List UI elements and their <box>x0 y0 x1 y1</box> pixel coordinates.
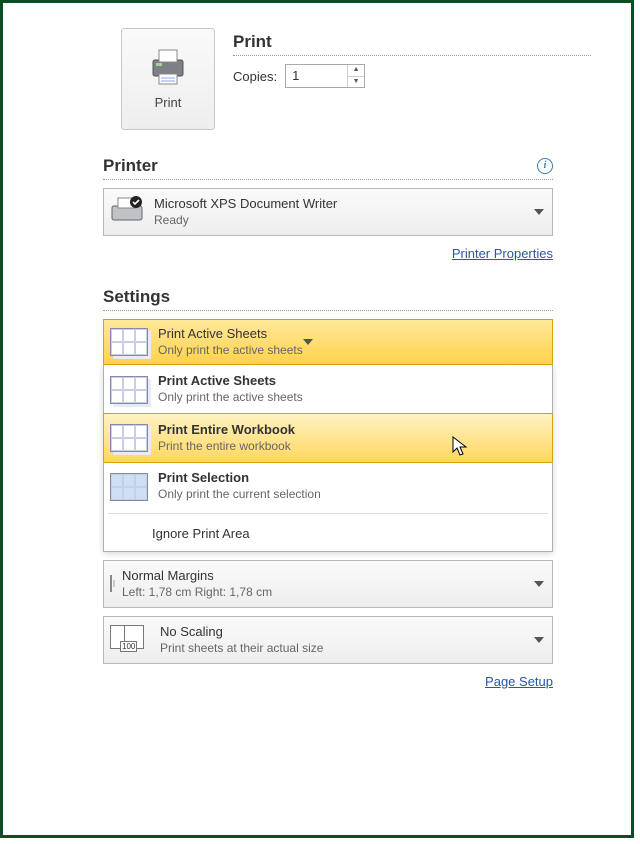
option-print-active-sheets[interactable]: Print Active Sheets Only print the activ… <box>104 365 552 413</box>
print-what-title: Print Active Sheets <box>158 326 303 343</box>
settings-heading: Settings <box>103 287 553 311</box>
scaling-dropdown[interactable]: 100 No Scaling Print sheets at their act… <box>103 616 553 664</box>
printer-properties-link[interactable]: Printer Properties <box>452 246 553 261</box>
option-print-entire-workbook[interactable]: Print Entire Workbook Print the entire w… <box>103 413 553 463</box>
cursor-icon <box>452 436 470 461</box>
copies-value[interactable]: 1 <box>286 65 347 87</box>
printer-status: Ready <box>154 213 337 229</box>
scaling-icon: 100 <box>110 625 150 655</box>
printer-device-icon <box>110 196 144 229</box>
info-icon[interactable]: i <box>537 158 553 174</box>
chevron-down-icon <box>534 637 544 643</box>
printer-heading: Printer i <box>103 156 553 180</box>
chevron-down-icon <box>534 581 544 587</box>
printer-dropdown[interactable]: Microsoft XPS Document Writer Ready <box>103 188 553 236</box>
option-print-selection[interactable]: Print Selection Only print the current s… <box>104 462 552 510</box>
copies-spinner[interactable]: ▲ ▼ <box>347 65 364 87</box>
spinner-down-icon[interactable]: ▼ <box>348 77 364 88</box>
separator <box>108 513 548 514</box>
spinner-up-icon[interactable]: ▲ <box>348 65 364 77</box>
print-heading: Print <box>233 32 591 56</box>
margins-icon <box>110 576 112 591</box>
page-setup-link[interactable]: Page Setup <box>485 674 553 689</box>
print-what-options-panel: Print Active Sheets Only print the activ… <box>103 364 553 551</box>
copies-label: Copies: <box>233 69 277 84</box>
workbook-icon <box>110 424 148 452</box>
option-ignore-print-area[interactable]: Ignore Print Area <box>104 516 552 551</box>
print-what-sub: Only print the active sheets <box>158 343 303 359</box>
copies-input[interactable]: 1 ▲ ▼ <box>285 64 365 88</box>
printer-name: Microsoft XPS Document Writer <box>154 196 337 213</box>
sheets-icon <box>110 376 148 404</box>
print-button-label: Print <box>155 95 182 110</box>
margins-dropdown[interactable]: Normal Margins Left: 1,78 cm Right: 1,78… <box>103 560 553 608</box>
printer-icon <box>147 48 189 89</box>
print-what-dropdown[interactable]: Print Active Sheets Only print the activ… <box>103 319 553 365</box>
print-backstage-view: Print Print Copies: 1 ▲ ▼ <box>0 0 634 838</box>
chevron-down-icon <box>534 209 544 215</box>
print-button[interactable]: Print <box>121 28 215 130</box>
selection-icon <box>110 473 148 501</box>
sheets-icon <box>110 328 148 356</box>
chevron-down-icon <box>303 339 313 345</box>
